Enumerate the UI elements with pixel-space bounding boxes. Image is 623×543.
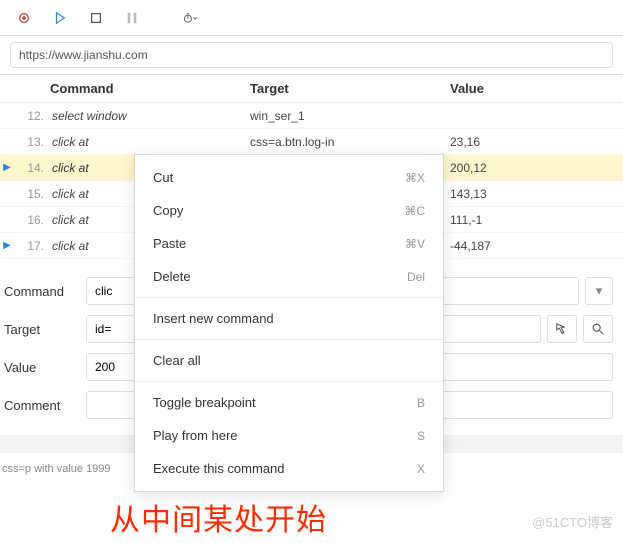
annotation-text: 从中间某处开始 <box>110 495 327 539</box>
toolbar <box>0 0 623 36</box>
shortcut: S <box>417 429 425 443</box>
shortcut: Del <box>407 270 425 284</box>
shortcut: B <box>417 396 425 410</box>
row-number: 18. <box>14 265 50 268</box>
row-number: 16. <box>14 213 50 227</box>
breakpoint-gutter[interactable]: ▶ <box>0 162 14 173</box>
ctx-clear[interactable]: Clear all <box>135 344 443 377</box>
context-menu: Cut⌘X Copy⌘C Paste⌘V DeleteDel Insert ne… <box>134 154 444 492</box>
ctx-exec[interactable]: Execute this commandX <box>135 452 443 485</box>
ctx-delete[interactable]: DeleteDel <box>135 260 443 293</box>
row-value: 111,-1 <box>450 213 623 227</box>
ctx-separator <box>135 381 443 382</box>
row-value: -44,187 <box>450 239 623 253</box>
breakpoint-icon: ▶ <box>3 240 11 251</box>
ctx-paste[interactable]: Paste⌘V <box>135 227 443 260</box>
header-target: Target <box>250 81 450 96</box>
shortcut: ⌘C <box>404 204 425 218</box>
play-button[interactable] <box>46 5 74 31</box>
watermark: @51CTO博客 <box>532 512 613 531</box>
table-row[interactable]: 12.select windowwin_ser_1 <box>0 103 623 129</box>
breakpoint-icon: ▶ <box>3 162 11 173</box>
find-target-button[interactable] <box>583 315 613 343</box>
timer-dropdown[interactable] <box>176 5 204 31</box>
stop-button[interactable] <box>82 5 110 31</box>
label-comment: Comment <box>2 398 86 413</box>
select-target-button[interactable] <box>547 315 577 343</box>
row-value: 200,12 <box>450 161 623 175</box>
breakpoint-gutter[interactable]: ▶ <box>0 240 14 251</box>
shortcut: ⌘X <box>405 171 425 185</box>
pause-button[interactable] <box>118 5 146 31</box>
ctx-insert[interactable]: Insert new command <box>135 302 443 335</box>
label-target: Target <box>2 322 86 337</box>
record-button[interactable] <box>10 5 38 31</box>
ctx-separator <box>135 339 443 340</box>
row-value: 23,16 <box>450 135 623 149</box>
url-row <box>0 36 623 75</box>
header-value: Value <box>450 81 623 96</box>
row-number: 12. <box>14 109 50 123</box>
row-target: css=a.btn.log-in <box>250 135 450 149</box>
row-number: 14. <box>14 161 50 175</box>
table-row[interactable]: 13.click atcss=a.btn.log-in23,16 <box>0 129 623 155</box>
row-number: 17. <box>14 239 50 253</box>
label-value: Value <box>2 360 86 375</box>
row-number: 15. <box>14 187 50 201</box>
row-command: select window <box>50 109 250 123</box>
ctx-cut[interactable]: Cut⌘X <box>135 161 443 194</box>
row-number: 13. <box>14 135 50 149</box>
label-command: Command <box>2 284 86 299</box>
command-dropdown[interactable]: ▾ <box>585 277 613 305</box>
row-command: click at <box>50 135 250 149</box>
url-input[interactable] <box>10 42 613 68</box>
grid-header: Command Target Value <box>0 75 623 103</box>
ctx-copy[interactable]: Copy⌘C <box>135 194 443 227</box>
ctx-play-from[interactable]: Play from hereS <box>135 419 443 452</box>
row-value: -9,40 <box>450 265 623 268</box>
header-command: Command <box>50 81 250 96</box>
row-target: win_ser_1 <box>250 109 450 123</box>
shortcut: X <box>417 462 425 476</box>
row-value: 143,13 <box>450 187 623 201</box>
shortcut: ⌘V <box>405 237 425 251</box>
ctx-toggle-bp[interactable]: Toggle breakpointB <box>135 386 443 419</box>
ctx-separator <box>135 297 443 298</box>
